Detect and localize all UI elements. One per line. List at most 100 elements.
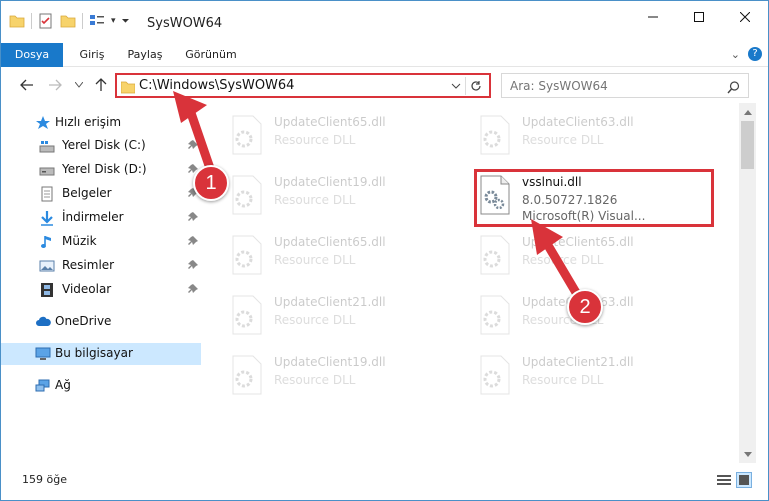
file-name: UpdateClient21.dll [274, 295, 386, 309]
list-item[interactable]: UpdateClient65.dll Resource DLL [222, 229, 462, 281]
file-type: Resource DLL [522, 253, 604, 267]
nav-network[interactable]: Ağ [1, 375, 201, 397]
nav-label: Hızlı erişim [55, 115, 122, 129]
pin-icon[interactable] [188, 139, 198, 153]
nav-quick-access[interactable]: Hızlı erişim [1, 112, 201, 134]
scroll-up-button[interactable] [739, 105, 756, 119]
tab-home[interactable]: Giriş [71, 43, 113, 67]
scroll-down-button[interactable] [739, 447, 756, 461]
step-badge-2: 2 [567, 289, 603, 325]
nav-label: İndirmeler [62, 210, 124, 224]
tab-share[interactable]: Paylaş [121, 43, 169, 67]
address-bar[interactable]: C:\Windows\SysWOW64 [115, 73, 491, 98]
nav-label: Videolar [62, 282, 112, 296]
file-name: UpdateClient21.dll [522, 355, 634, 369]
new-folder-icon[interactable] [60, 13, 76, 29]
refresh-button[interactable] [465, 77, 485, 95]
pin-icon[interactable] [188, 283, 198, 297]
large-icons-view-icon[interactable] [736, 472, 752, 492]
nav-label: Bu bilgisayar [55, 346, 133, 360]
nav-item-disk-c[interactable]: Yerel Disk (C:) [1, 135, 201, 157]
file-list: UpdateClient65.dll Resource DLL UpdateCl… [204, 103, 739, 465]
nav-item-music[interactable]: Müzik [1, 231, 201, 253]
list-item[interactable]: UpdateClient63.dll Resource DLL [470, 109, 710, 161]
ribbon-controls: ⌄ ? [731, 47, 762, 61]
list-item[interactable]: UpdateClient65.dll Resource DLL [470, 229, 710, 281]
pin-icon[interactable] [188, 211, 198, 225]
nav-onedrive[interactable]: OneDrive [1, 311, 201, 333]
status-bar: 159 öğe [1, 463, 768, 500]
back-button[interactable] [17, 75, 37, 95]
forward-button[interactable] [45, 75, 65, 95]
dll-file-icon [478, 235, 512, 275]
nav-this-pc[interactable]: Bu bilgisayar [1, 343, 201, 365]
cloud-icon [35, 314, 51, 330]
nav-label: Belgeler [62, 186, 112, 200]
details-view-icon[interactable] [716, 472, 732, 492]
tab-view[interactable]: Görünüm [179, 43, 243, 67]
vertical-scrollbar[interactable] [739, 103, 756, 463]
nav-item-pictures[interactable]: Resimler [1, 255, 201, 277]
file-type: Resource DLL [274, 253, 356, 267]
dll-file-icon [478, 355, 512, 395]
search-box[interactable] [501, 73, 749, 98]
nav-item-documents[interactable]: Belgeler [1, 183, 201, 205]
computer-icon [35, 346, 51, 362]
nav-item-downloads[interactable]: İndirmeler [1, 207, 201, 229]
drive-icon [39, 162, 55, 178]
pictures-icon [39, 258, 55, 274]
nav-label: Yerel Disk (D:) [62, 162, 147, 176]
toolbar-divider [31, 13, 32, 29]
nav-label: Ağ [55, 378, 71, 392]
help-icon[interactable]: ? [748, 47, 762, 61]
minimize-button[interactable] [630, 1, 676, 33]
chevron-down-icon[interactable]: ▾ [111, 16, 116, 26]
properties-icon[interactable] [38, 13, 54, 29]
window-controls [630, 1, 768, 33]
address-path[interactable]: C:\Windows\SysWOW64 [139, 78, 294, 93]
maximize-button[interactable] [676, 1, 722, 33]
file-type: Resource DLL [274, 313, 356, 327]
explorer-window: ▾ ⏷ SysWOW64 Dosya Giriş Paylaş Görünüm … [0, 0, 769, 501]
dll-file-icon [230, 115, 264, 155]
expand-ribbon-icon[interactable]: ⌄ [731, 48, 740, 61]
customize-view-icon[interactable] [89, 13, 105, 29]
list-item[interactable]: UpdateClient65.dll Resource DLL [222, 109, 462, 161]
scroll-thumb[interactable] [741, 121, 754, 169]
list-item[interactable]: UpdateClient19.dll Resource DLL [222, 349, 462, 401]
nav-label: OneDrive [55, 314, 112, 328]
film-icon [39, 282, 55, 298]
chevron-down-icon[interactable] [451, 78, 461, 97]
file-name: UpdateClient19.dll [274, 175, 386, 189]
pin-icon[interactable] [188, 235, 198, 249]
download-arrow-icon [39, 210, 55, 226]
documents-icon [39, 186, 55, 202]
file-name: UpdateClient65.dll [522, 235, 634, 249]
nav-item-videos[interactable]: Videolar [1, 279, 201, 301]
dll-file-icon [230, 235, 264, 275]
file-name: UpdateClient65.dll [274, 115, 386, 129]
nav-item-disk-d[interactable]: Yerel Disk (D:) [1, 159, 201, 181]
list-item[interactable]: UpdateClient21.dll Resource DLL [470, 349, 710, 401]
view-toggle [716, 472, 752, 492]
step-badge-1: 1 [193, 165, 229, 201]
window-title: SysWOW64 [147, 16, 223, 31]
folder-icon [9, 13, 25, 29]
customize-quick-access-icon[interactable]: ⏷ [122, 16, 130, 27]
list-item[interactable]: UpdateClient19.dll Resource DLL [222, 169, 462, 221]
file-type: Resource DLL [522, 373, 604, 387]
up-button[interactable] [91, 75, 111, 95]
navigation-pane: Hızlı erişim Yerel Disk (C:) Yerel Disk … [1, 103, 204, 463]
recent-locations-button[interactable] [69, 75, 89, 95]
file-name: UpdateClient63.dll [522, 115, 634, 129]
file-type: Resource DLL [522, 133, 604, 147]
list-item[interactable]: UpdateClient21.dll Resource DLL [222, 289, 462, 341]
close-button[interactable] [722, 1, 768, 33]
pin-icon[interactable] [188, 259, 198, 273]
folder-icon [120, 79, 136, 98]
search-icon[interactable] [727, 79, 740, 98]
search-input[interactable] [510, 75, 720, 96]
quick-access-toolbar: ▾ ⏷ [9, 13, 130, 29]
dll-file-icon [478, 115, 512, 155]
network-icon [35, 378, 51, 394]
